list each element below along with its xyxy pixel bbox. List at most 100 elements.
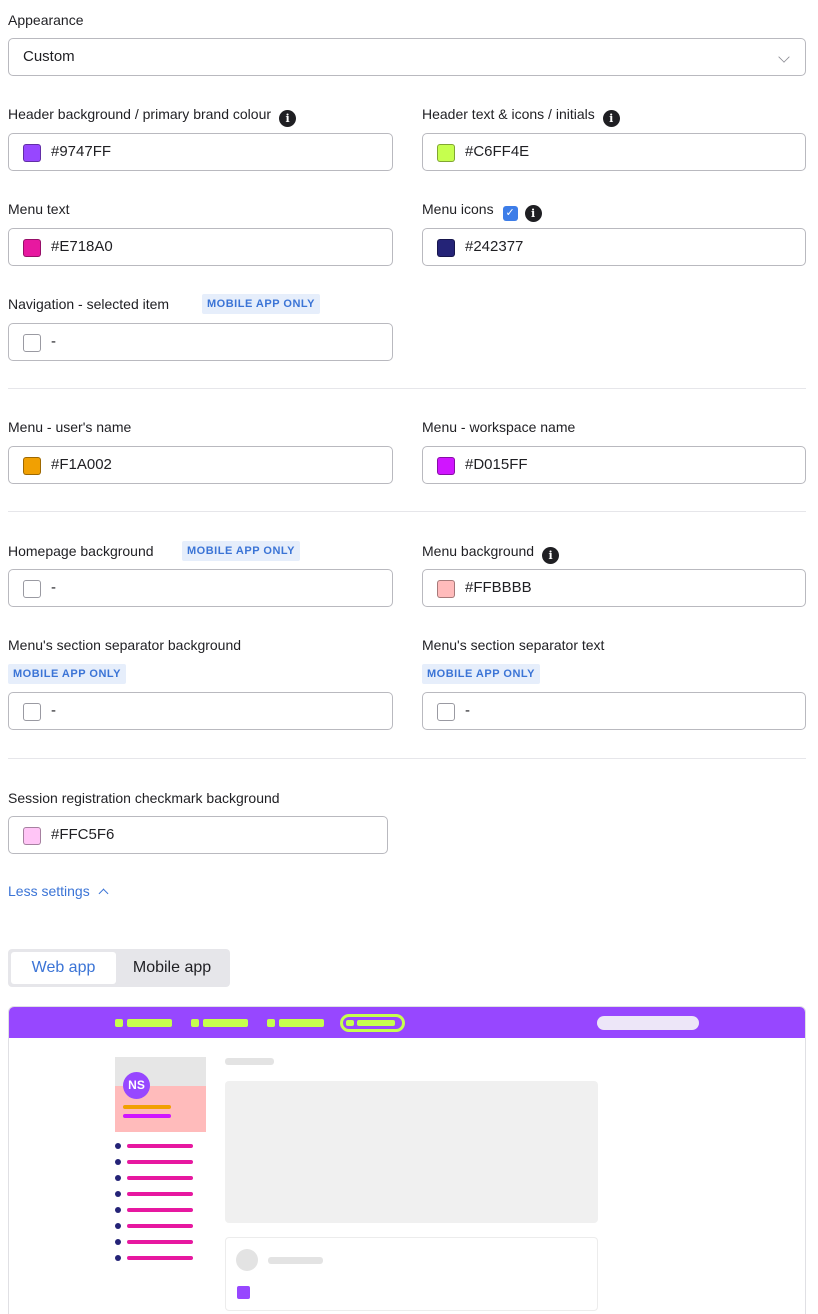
menu-workspace-name-field[interactable]: #D015FF [422,446,806,484]
header-text-field[interactable]: #C6FF4E [422,133,806,171]
info-icon[interactable]: i [542,547,560,564]
preview-banner-placeholder [225,1081,598,1223]
web-app-preview: NS [8,1006,806,1314]
less-settings-text: Less settings [8,883,90,899]
preview-card-checkmark [237,1286,250,1299]
chevron-up-icon [98,888,109,899]
checkbox-checked-icon[interactable]: ✓ [502,206,518,221]
menu-text-label: Menu text [8,201,70,217]
preview-menu-text [127,1160,193,1164]
menu-workspace-name-swatch[interactable] [437,457,455,475]
menu-icons-field[interactable]: #242377 [422,228,806,266]
homepage-bg-swatch[interactable] [23,580,41,598]
preview-card-text-placeholder [268,1257,323,1264]
homepage-bg-field[interactable]: - [8,569,393,607]
session-check-bg-value: #FFC5F6 [51,826,115,843]
menu-sep-text-swatch[interactable] [437,703,455,721]
header-text-label-text: Header text & icons / initials [422,106,595,122]
header-text-label: Header text & icons / initials i [422,105,620,127]
menu-sep-text-value: - [465,702,470,719]
chevron-down-icon [778,51,790,63]
preview-menu-text [127,1208,193,1212]
preview-search-bar [597,1016,699,1030]
info-icon[interactable]: i [279,110,297,127]
preview-menu-icon [115,1223,121,1229]
homepage-bg-value: - [51,579,56,596]
info-icon[interactable]: i [602,110,620,127]
preview-menu-icon [115,1239,121,1245]
preview-header-item [267,1019,275,1027]
mobile-app-only-badge: MOBILE APP ONLY [202,294,320,314]
menu-icons-label-text: Menu icons [422,201,494,217]
menu-workspace-name-value: #D015FF [465,456,528,473]
tab-web-app[interactable]: Web app [11,952,116,984]
appearance-select[interactable]: Custom [8,38,806,76]
preview-title-placeholder [225,1058,274,1065]
menu-sep-bg-swatch[interactable] [23,703,41,721]
section-divider [8,388,806,389]
mobile-app-only-badge: MOBILE APP ONLY [182,541,300,561]
appearance-label: Appearance [8,12,84,28]
info-icon[interactable]: i [524,205,542,222]
menu-text-swatch[interactable] [23,239,41,257]
preview-header-item [357,1020,395,1026]
nav-selected-field[interactable]: - [8,323,393,361]
preview-menu-text [127,1240,193,1244]
less-settings-link[interactable]: Less settings [8,883,109,899]
menu-sep-bg-value: - [51,702,56,719]
preview-menu-card: NS [115,1057,206,1132]
section-divider [8,758,806,759]
menu-user-name-label: Menu - user's name [8,419,132,435]
menu-user-name-swatch[interactable] [23,457,41,475]
preview-menu-list [115,1132,206,1267]
header-bg-swatch[interactable] [23,144,41,162]
preview-header-item [115,1019,123,1027]
preview-menu-icon [115,1159,121,1165]
preview-header-selected-item [340,1014,405,1032]
menu-icons-swatch[interactable] [437,239,455,257]
preview-menu-icon [115,1143,121,1149]
nav-selected-label: Navigation - selected item [8,296,170,312]
appearance-select-value: Custom [23,48,75,65]
preview-menu-icon [115,1175,121,1181]
menu-text-field[interactable]: #E718A0 [8,228,393,266]
menu-bg-value: #FFBBBB [465,579,532,596]
session-check-bg-swatch[interactable] [23,827,41,845]
preview-menu-text [127,1144,193,1148]
preview-menu-icon [115,1191,121,1197]
menu-bg-swatch[interactable] [437,580,455,598]
tab-mobile-app[interactable]: Mobile app [118,952,226,984]
preview-card-avatar [236,1249,258,1271]
menu-icons-label: Menu icons ✓ i [422,200,542,222]
header-bg-label-text: Header background / primary brand colour [8,106,272,122]
preview-header-item [127,1019,172,1027]
session-check-bg-field[interactable]: #FFC5F6 [8,816,388,854]
menu-bg-label: Menu background i [422,542,560,564]
section-divider [8,511,806,512]
menu-workspace-name-label: Menu - workspace name [422,419,576,435]
menu-bg-field[interactable]: #FFBBBB [422,569,806,607]
preview-user-name-bar [123,1105,171,1109]
nav-selected-swatch[interactable] [23,334,41,352]
menu-icons-value: #242377 [465,238,524,255]
preview-menu-text [127,1192,193,1196]
preview-menu-text [127,1224,193,1228]
menu-user-name-value: #F1A002 [51,456,112,473]
menu-sep-bg-label: Menu's section separator background [8,637,242,653]
preview-header-item [346,1020,354,1026]
menu-text-value: #E718A0 [51,238,113,255]
preview-card [225,1237,598,1311]
nav-selected-value: - [51,333,56,350]
header-text-swatch[interactable] [437,144,455,162]
menu-sep-bg-field[interactable]: - [8,692,393,730]
menu-user-name-field[interactable]: #F1A002 [8,446,393,484]
header-bg-value: #9747FF [51,143,112,160]
preview-header-item [191,1019,199,1027]
header-text-value: #C6FF4E [465,143,530,160]
menu-sep-text-field[interactable]: - [422,692,806,730]
preview-workspace-name-bar [123,1114,171,1118]
mobile-app-only-badge: MOBILE APP ONLY [8,664,126,684]
preview-header-item [279,1019,324,1027]
menu-sep-text-label: Menu's section separator text [422,637,605,653]
header-bg-field[interactable]: #9747FF [8,133,393,171]
